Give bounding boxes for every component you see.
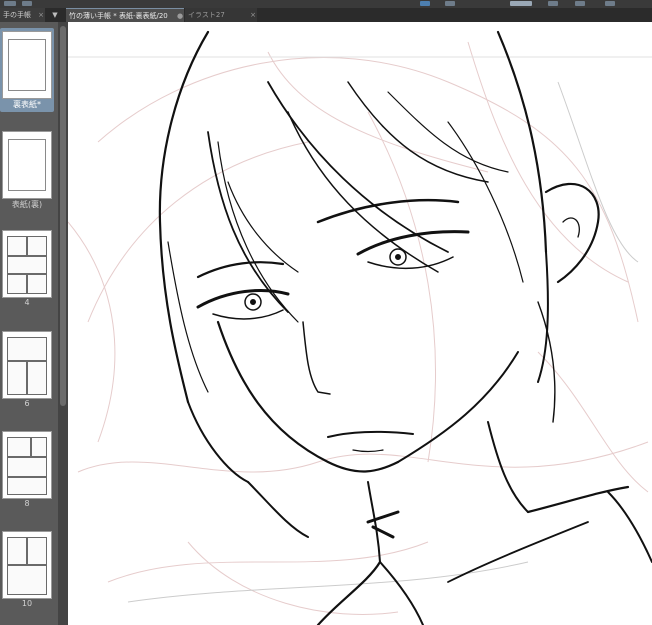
page-thumbnail-cover-inside[interactable]: 表紙(裏) xyxy=(0,128,54,224)
page-preview xyxy=(2,230,52,298)
page-preview xyxy=(2,31,52,99)
close-icon[interactable]: × xyxy=(37,11,45,19)
toolbar-icon[interactable] xyxy=(445,1,455,6)
document-tab-bar: 手の手帳 × ▼ 竹の薄い手帳 * 表紙-裏表紙/20 ● イラスト27 × xyxy=(0,8,652,22)
page-label: 4 xyxy=(24,298,30,307)
page-preview xyxy=(2,131,52,199)
page-preview xyxy=(2,431,52,499)
unsaved-dot-icon[interactable]: ● xyxy=(176,12,184,20)
page-preview xyxy=(2,531,52,599)
toolbar-icon[interactable] xyxy=(605,1,615,6)
drawing-canvas[interactable] xyxy=(68,22,652,625)
toolbar-icon[interactable] xyxy=(4,1,16,6)
page-thumbnail[interactable]: 8 xyxy=(0,428,54,524)
toolbar-icon[interactable] xyxy=(22,1,32,6)
tab-notebook[interactable]: 手の手帳 × xyxy=(0,8,45,22)
page-manager-panel: 裏表紙* 表紙(裏) 4 6 8 10 xyxy=(0,22,58,625)
chevron-down-icon: ▼ xyxy=(52,11,58,19)
panel-scrollbar[interactable] xyxy=(58,22,68,625)
toolbar-icon[interactable] xyxy=(510,1,532,6)
page-label: 表紙(裏) xyxy=(11,200,43,209)
line-art-illustration xyxy=(68,30,652,625)
page-thumbnail[interactable]: 6 xyxy=(0,328,54,424)
page-thumbnail[interactable]: 10 xyxy=(0,528,54,624)
toolbar-icon[interactable] xyxy=(575,1,585,6)
toolbar-icon[interactable] xyxy=(548,1,558,6)
close-icon[interactable]: × xyxy=(249,11,257,19)
tab-illustration[interactable]: イラスト27 × xyxy=(185,8,257,22)
tab-list-dropdown[interactable]: ▼ xyxy=(46,8,64,22)
scrollbar-handle[interactable] xyxy=(60,26,66,406)
page-label: 裏表紙* xyxy=(13,100,41,109)
tab-label: イラスト27 xyxy=(188,11,225,19)
toolbar-icon[interactable] xyxy=(420,1,430,6)
page-label: 10 xyxy=(21,599,33,608)
page-thumbnail[interactable]: 4 xyxy=(0,227,54,323)
tab-label: 手の手帳 xyxy=(3,11,31,19)
tab-label: 竹の薄い手帳 * 表紙-裏表紙/20 xyxy=(69,11,168,20)
page-preview xyxy=(2,331,52,399)
page-label: 6 xyxy=(24,399,30,408)
tab-active-document[interactable]: 竹の薄い手帳 * 表紙-裏表紙/20 ● xyxy=(66,8,184,22)
page-thumbnail-back-cover[interactable]: 裏表紙* xyxy=(0,28,54,112)
page-label: 8 xyxy=(24,499,30,508)
